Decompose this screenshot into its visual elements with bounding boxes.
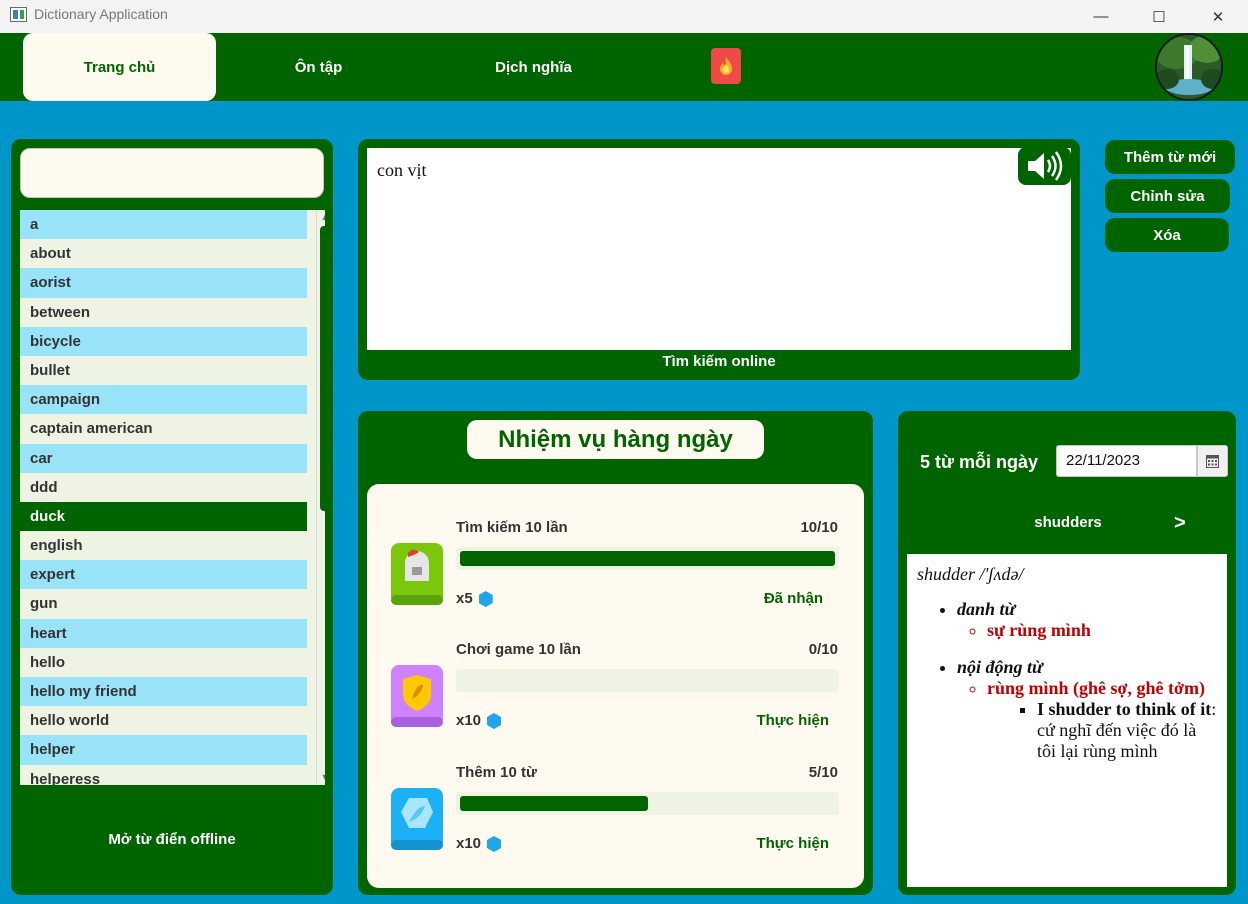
avatar[interactable] xyxy=(1155,33,1223,101)
word-definition: shudder /'ʃʌdə/ danh từ sự rùng mình nội… xyxy=(907,554,1227,887)
edit-word-button[interactable]: Chỉnh sửa xyxy=(1105,179,1230,213)
top-navigation: Trang chủ Ôn tập Dịch nghĩa xyxy=(0,33,1248,101)
open-offline-dictionary-button[interactable]: Mở từ điển offline xyxy=(11,825,333,855)
quest-item: Thêm 10 từ 5/10 x10 Thực hiện xyxy=(367,764,864,874)
list-item[interactable]: bicycle xyxy=(20,326,307,356)
list-item[interactable]: captain american xyxy=(20,414,307,444)
list-item[interactable]: between xyxy=(20,297,307,327)
scroll-up-icon[interactable]: ▲ xyxy=(317,210,325,224)
quest-reward: x5 xyxy=(456,590,493,608)
quest-progress-bar xyxy=(456,669,839,692)
list-item[interactable]: hello my friend xyxy=(20,677,307,707)
definition-example: I shudder to think of it: cứ nghĩ đến vi… xyxy=(1037,699,1217,762)
tab-review[interactable]: Ôn tập xyxy=(222,33,415,101)
quest-reward: x10 xyxy=(456,835,502,853)
next-word-button[interactable]: > xyxy=(1174,512,1186,535)
speaker-icon[interactable] xyxy=(1018,147,1071,185)
list-item[interactable]: hello world xyxy=(20,706,307,736)
quest-name: Chơi game 10 lần xyxy=(456,641,581,658)
scroll-down-icon[interactable]: ▼ xyxy=(317,770,325,784)
quest-item: Tìm kiếm 10 lần 10/10 x5 Đã nhận xyxy=(367,519,864,629)
quest-status-button[interactable]: Đã nhận xyxy=(764,590,823,607)
gem-icon xyxy=(478,591,493,608)
fire-icon[interactable] xyxy=(711,48,741,84)
list-item[interactable]: heart xyxy=(20,618,307,648)
tab-translate[interactable]: Dịch nghĩa xyxy=(437,33,630,101)
word-list-scrollbar[interactable]: ▲ ▼ xyxy=(316,210,325,785)
delete-word-button[interactable]: Xóa xyxy=(1105,218,1229,252)
add-word-button[interactable]: Thêm từ mới xyxy=(1105,140,1235,174)
list-item[interactable]: duck xyxy=(20,501,307,532)
maximize-button[interactable]: ☐ xyxy=(1130,0,1188,33)
list-item[interactable]: a xyxy=(20,210,307,240)
quest-progress-fill xyxy=(460,796,648,811)
quest-name: Thêm 10 từ xyxy=(456,764,537,781)
quest-progress-fill xyxy=(460,551,835,566)
scroll-thumb[interactable] xyxy=(320,226,325,511)
tab-home[interactable]: Trang chủ xyxy=(23,33,216,101)
translate-input[interactable]: con vịt xyxy=(367,148,1071,350)
list-item[interactable]: helper xyxy=(20,735,307,765)
quest-status-button[interactable]: Thực hiện xyxy=(756,712,829,729)
definition-sense: rùng mình (ghê sợ, ghê tởm) I shudder to… xyxy=(987,678,1217,762)
window-titlebar: Dictionary Application — ☐ ✕ xyxy=(0,0,1248,33)
list-item[interactable]: expert xyxy=(20,560,307,590)
online-search-button[interactable]: Tìm kiếm online xyxy=(358,353,1080,375)
close-button[interactable]: ✕ xyxy=(1189,0,1247,33)
quest-progress-bar xyxy=(456,547,839,570)
quest-progress: 5/10 xyxy=(808,764,838,781)
word-list[interactable]: a about aorist between bicycle bullet campaign… xyxy=(20,210,325,785)
gem-icon xyxy=(487,713,502,730)
quest-status-button[interactable]: Thực hiện xyxy=(756,835,829,852)
part-of-speech: nội động từ rùng mình (ghê sợ, ghê tởm) … xyxy=(957,657,1217,762)
list-item[interactable]: campaign xyxy=(20,385,307,415)
list-item[interactable]: aorist xyxy=(20,268,307,298)
helmet-icon xyxy=(391,543,443,605)
list-item[interactable]: about xyxy=(20,239,307,269)
part-of-speech: danh từ sự rùng mình xyxy=(957,599,1217,641)
search-input[interactable] xyxy=(20,148,324,198)
quest-item: Chơi game 10 lần 0/10 x10 Thực hiện xyxy=(367,641,864,751)
quests-title: Nhiệm vụ hàng ngày xyxy=(467,420,764,459)
list-item[interactable]: bullet xyxy=(20,355,307,386)
list-item[interactable]: hello xyxy=(20,647,307,677)
translate-panel: con vịt Tìm kiếm online xyxy=(358,139,1080,380)
daily-word: shudders xyxy=(1034,514,1102,531)
feather-icon xyxy=(391,788,443,850)
app-icon xyxy=(10,7,27,22)
list-item[interactable]: english xyxy=(20,531,307,561)
daily-quests-panel: Nhiệm vụ hàng ngày Tìm kiếm 10 lần 10/10… xyxy=(358,411,873,895)
quest-reward: x10 xyxy=(456,712,502,730)
calendar-icon[interactable] xyxy=(1197,445,1228,477)
list-item[interactable]: car xyxy=(20,443,307,473)
window-title: Dictionary Application xyxy=(34,6,168,22)
quest-progress-bar xyxy=(456,792,839,815)
definition-sense: sự rùng mình xyxy=(987,620,1217,641)
quest-name: Tìm kiếm 10 lần xyxy=(456,519,568,536)
quest-progress: 0/10 xyxy=(808,641,838,658)
minimize-button[interactable]: — xyxy=(1072,0,1130,33)
list-item[interactable]: ddd xyxy=(20,472,307,502)
word-list-panel: a about aorist between bicycle bullet campaign… xyxy=(11,139,333,895)
daily-words-label: 5 từ mỗi ngày xyxy=(920,452,1039,472)
list-item[interactable]: gun xyxy=(20,589,307,619)
definition-headword: shudder /'ʃʌdə/ xyxy=(917,564,1024,584)
quests-list: Tìm kiếm 10 lần 10/10 x5 Đã nhận Chơi ga… xyxy=(367,484,864,888)
list-item[interactable]: helperess xyxy=(20,764,307,785)
date-picker-input[interactable]: 22/11/2023 xyxy=(1056,445,1197,477)
gem-icon xyxy=(487,836,502,853)
shield-icon xyxy=(391,665,443,727)
daily-words-panel: 5 từ mỗi ngày 22/11/2023 shudders > shud… xyxy=(898,411,1236,895)
quest-progress: 10/10 xyxy=(800,519,838,536)
